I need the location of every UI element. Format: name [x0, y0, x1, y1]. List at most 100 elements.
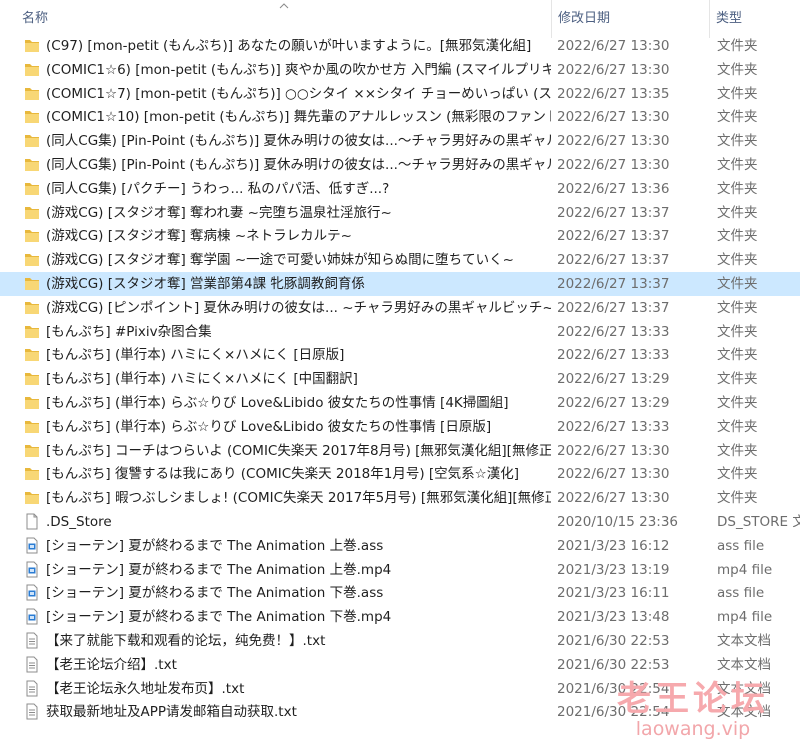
file-type: 文件夹 [717, 204, 758, 221]
file-name: [もんぷち] (単行本) らぶ☆りび Love&Libido 彼女たちの性事情 … [46, 418, 492, 435]
file-list-row[interactable]: [もんぷち] (単行本) ハミにく×ハメにく [中国翻訳] 2022/6/27 1… [0, 367, 800, 391]
name-column-header[interactable]: 名称 [16, 0, 551, 38]
date-column-header[interactable]: 修改日期 [551, 0, 709, 38]
folder-icon [24, 180, 40, 197]
file-type: 文件夹 [717, 133, 758, 150]
file-name: (游戏CG) [ピンポイント] 夏休み明けの彼女は... ~チャラ男好みの黒ギャ… [46, 299, 551, 316]
file-modified-date: 2021/3/23 13:48 [557, 609, 670, 626]
file-type: 文件夹 [717, 371, 758, 388]
media-file-icon [24, 537, 40, 554]
folder-icon [24, 346, 40, 363]
file-list-row[interactable]: [もんぷち] #Pixiv杂图合集 2022/6/27 13:33 文件夹 [0, 320, 800, 344]
file-modified-date: 2022/6/27 13:37 [557, 252, 670, 269]
file-modified-date: 2022/6/27 13:30 [557, 490, 670, 507]
file-modified-date: 2022/6/27 13:30 [557, 109, 670, 126]
file-type: DS_STORE 文件 [717, 513, 800, 530]
file-type: ass file [717, 537, 765, 554]
file-modified-date: 2021/3/23 13:19 [557, 561, 670, 578]
file-list-row[interactable]: [ショーテン] 夏が終わるまで The Animation 上巻.ass 2021… [0, 534, 800, 558]
file-list-row[interactable]: (游戏CG) [スタジオ奪] 奪われ妻 ~完堕ち温泉社淫旅行~ 2022/6/27… [0, 201, 800, 225]
file-name: [ショーテン] 夏が終わるまで The Animation 下巻.mp4 [46, 609, 392, 626]
folder-icon [24, 61, 40, 78]
file-modified-date: 2022/6/27 13:33 [557, 323, 670, 340]
file-list-row[interactable]: [もんぷち] コーチはつらいよ (COMIC失楽天 2017年8月号) [無邪気… [0, 439, 800, 463]
file-modified-date: 2022/6/27 13:37 [557, 204, 670, 221]
file-list-row[interactable]: [ショーテン] 夏が終わるまで The Animation 下巻.ass 2021… [0, 581, 800, 605]
file-type: 文本文档 [717, 632, 771, 649]
file-name: [もんぷち] コーチはつらいよ (COMIC失楽天 2017年8月号) [無邪気… [46, 442, 551, 459]
file-modified-date: 2021/6/30 22:53 [557, 632, 670, 649]
file-modified-date: 2022/6/27 13:29 [557, 371, 670, 388]
file-modified-date: 2021/6/30 22:54 [557, 704, 670, 721]
file-name: [もんぷち] 暇つぶしシましょ! (COMIC失楽天 2017年5月号) [無邪… [46, 490, 551, 507]
folder-icon [24, 156, 40, 173]
file-modified-date: 2022/6/27 13:33 [557, 347, 670, 364]
file-type: 文件夹 [717, 442, 758, 459]
file-name: [ショーテン] 夏が終わるまで The Animation 下巻.ass [46, 585, 384, 602]
file-list-row[interactable]: [もんぷち] 復讐するは我にあり (COMIC失楽天 2018年1月号) [空気… [0, 462, 800, 486]
file-list-row[interactable]: [もんぷち] 暇つぶしシましょ! (COMIC失楽天 2017年5月号) [無邪… [0, 486, 800, 510]
file-name: (COMIC1☆10) [mon-petit (もんぷち)] 舞先輩のアナルレッ… [46, 109, 551, 126]
folder-icon [24, 370, 40, 387]
file-modified-date: 2022/6/27 13:30 [557, 442, 670, 459]
file-name: [もんぷち] #Pixiv杂图合集 [46, 323, 212, 340]
type-column-header[interactable]: 类型 [709, 0, 800, 38]
file-list-row[interactable]: 【老王论坛永久地址发布页】.txt 2021/6/30 22:54 文本文档 [0, 677, 800, 701]
file-list-row[interactable]: (同人CG集) [Pin-Point (もんぷち)] 夏休み明けの彼女は...～… [0, 129, 800, 153]
folder-icon [24, 442, 40, 459]
file-type: 文本文档 [717, 656, 771, 673]
file-list-row[interactable]: (COMIC1☆7) [mon-petit (もんぷち)] ○○シタイ ××シタ… [0, 82, 800, 106]
file-type: mp4 file [717, 609, 773, 626]
media-file-icon [24, 561, 40, 578]
file-list-row[interactable]: (同人CG集) [Pin-Point (もんぷち)] 夏休み明けの彼女は...～… [0, 153, 800, 177]
file-modified-date: 2022/6/27 13:30 [557, 156, 670, 173]
file-name: [ショーテン] 夏が終わるまで The Animation 上巻.mp4 [46, 561, 392, 578]
text-file-icon [24, 656, 40, 673]
file-list-row[interactable]: (同人CG集) [パクチー] うわっ... 私のパパ活、低すぎ...? 2022/… [0, 177, 800, 201]
file-list-row[interactable]: (COMIC1☆10) [mon-petit (もんぷち)] 舞先輩のアナルレッ… [0, 105, 800, 129]
file-name: 获取最新地址及APP请发邮箱自动获取.txt [46, 704, 297, 721]
file-modified-date: 2022/6/27 13:33 [557, 418, 670, 435]
file-modified-date: 2021/6/30 22:53 [557, 656, 670, 673]
file-type: 文件夹 [717, 156, 758, 173]
file-modified-date: 2022/6/27 13:36 [557, 180, 670, 197]
file-list-row[interactable]: [ショーテン] 夏が終わるまで The Animation 下巻.mp4 2021… [0, 605, 800, 629]
file-modified-date: 2021/6/30 22:54 [557, 680, 670, 697]
folder-icon [24, 37, 40, 54]
file-list-row[interactable]: [もんぷち] (単行本) らぶ☆りび Love&Libido 彼女たちの性事情 … [0, 415, 800, 439]
file-list-row[interactable]: 【老王论坛介绍】.txt 2021/6/30 22:53 文本文档 [0, 653, 800, 677]
file-list-row[interactable]: 【来了就能下载和观看的论坛，纯免费！】.txt 2021/6/30 22:53 文本… [0, 629, 800, 653]
folder-icon [24, 108, 40, 125]
file-type: 文件夹 [717, 180, 758, 197]
file-type: 文件夹 [717, 394, 758, 411]
file-type: 文件夹 [717, 38, 758, 54]
folder-icon [24, 465, 40, 482]
file-list-row[interactable]: (COMIC1☆6) [mon-petit (もんぷち)] 爽やか風の吹かせ方 … [0, 58, 800, 82]
file-type: 文件夹 [717, 466, 758, 483]
file-list-row[interactable]: .DS_Store 2020/10/15 23:36 DS_STORE 文件 [0, 510, 800, 534]
file-name: (同人CG集) [パクチー] うわっ... 私のパパ活、低すぎ...? [46, 180, 390, 197]
folder-icon [24, 323, 40, 340]
file-name: [もんぷち] (単行本) ハミにく×ハメにく [日原版] [46, 347, 345, 364]
file-list-row[interactable]: (游戏CG) [スタジオ奪] 奪病棟 ~ネトラレカルテ~ 2022/6/27 13… [0, 224, 800, 248]
file-name: (游戏CG) [スタジオ奪] 奪われ妻 ~完堕ち温泉社淫旅行~ [46, 204, 392, 221]
file-modified-date: 2021/3/23 16:11 [557, 585, 670, 602]
file-list-row[interactable]: (C97) [mon-petit (もんぷち)] あなたの願いが叶いますように。… [0, 34, 800, 58]
file-modified-date: 2022/6/27 13:37 [557, 299, 670, 316]
file-list-row[interactable]: 获取最新地址及APP请发邮箱自动获取.txt 2021/6/30 22:54 文本文… [0, 700, 800, 724]
file-list-row[interactable]: (游戏CG) [スタジオ奪] 奪学園 ~一途で可愛い姉妹が知らぬ間に堕ちていく~… [0, 248, 800, 272]
file-type: 文件夹 [717, 252, 758, 269]
file-type: 文件夹 [717, 85, 758, 102]
file-list-row[interactable]: (游戏CG) [ピンポイント] 夏休み明けの彼女は... ~チャラ男好みの黒ギャ… [0, 296, 800, 320]
file-list: (C97) [mon-petit (もんぷち)] あなたの願いが叶いますように。… [0, 34, 800, 724]
file-type: 文件夹 [717, 109, 758, 126]
file-name: 【老王论坛介绍】.txt [46, 656, 177, 673]
folder-icon [24, 394, 40, 411]
file-name: [ショーテン] 夏が終わるまで The Animation 上巻.ass [46, 537, 384, 554]
file-list-row[interactable]: [もんぷち] (単行本) らぶ☆りび Love&Libido 彼女たちの性事情 … [0, 391, 800, 415]
file-list-row[interactable]: [もんぷち] (単行本) ハミにく×ハメにく [日原版] 2022/6/27 13… [0, 343, 800, 367]
file-list-row[interactable]: (游戏CG) [スタジオ奪] 営業部第4課 牝豚調教飼育係 2022/6/27 1… [0, 271, 800, 296]
folder-icon [24, 275, 40, 292]
file-list-row[interactable]: [ショーテン] 夏が終わるまで The Animation 上巻.mp4 2021… [0, 558, 800, 582]
file-modified-date: 2022/6/27 13:35 [557, 85, 670, 102]
